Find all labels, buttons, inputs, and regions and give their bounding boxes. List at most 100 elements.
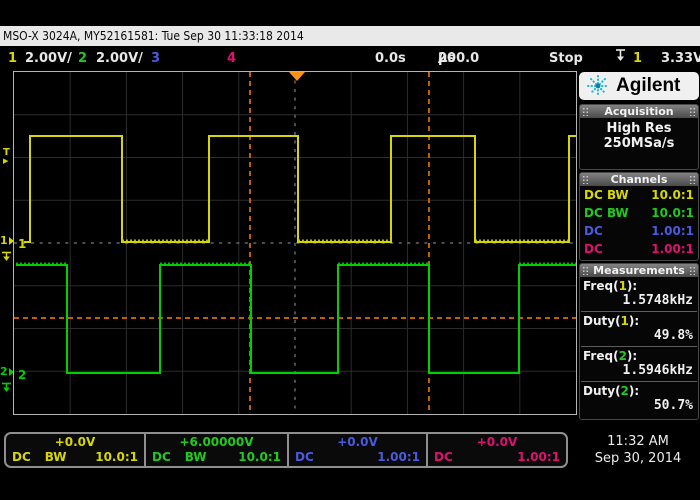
trigger-source: 1: [633, 46, 642, 71]
measurement-freq2: Freq(2): 1.5946kHz: [580, 347, 698, 382]
channels-title: Channels: [611, 173, 668, 186]
grip-icon: [582, 266, 589, 275]
ch1-offset: +0.0V: [6, 435, 144, 449]
ch1-ground-icon: [1, 251, 12, 262]
meas-label-end: ):: [629, 384, 639, 398]
acquisition-mode: High Res: [607, 121, 672, 136]
trigger-edge-icon: [615, 46, 626, 71]
title-bar: MSO-X 3024A, MY52161581: Tue Sep 30 11:3…: [0, 26, 700, 46]
status-ch2-scale: 2.00V/: [96, 46, 143, 71]
meas-label: Freq(: [583, 349, 619, 363]
ch3-probe: 1.00:1: [651, 224, 694, 238]
measurement-duty1: Duty(1): 49.8%: [580, 312, 698, 347]
ch4-coupling: DC: [584, 242, 603, 256]
meas-label-end: ):: [627, 349, 637, 363]
measurements-header: Measurements: [580, 264, 698, 277]
ch1-probe-label: 10.0:1: [95, 450, 138, 464]
oscilloscope-screen: MSO-X 3024A, MY52161581: Tue Sep 30 11:3…: [0, 0, 700, 500]
measurements-panel: Measurements Freq(1): 1.5748kHz Duty(1):…: [579, 263, 699, 420]
ch4-probe: 1.00:1: [651, 242, 694, 256]
grip-icon: [689, 175, 696, 184]
clock: 11:32 AM Sep 30, 2014: [578, 434, 698, 467]
meas-label-end: ):: [629, 314, 639, 328]
ch4-offset: +0.0V: [428, 435, 566, 449]
grip-icon: [689, 266, 696, 275]
channels-header: Channels: [580, 173, 698, 186]
ch2-marker-digit: 2: [0, 365, 8, 378]
grip-icon: [689, 107, 696, 116]
status-ch3-number: 3: [151, 46, 160, 71]
brand-name: Agilent: [616, 75, 680, 97]
left-marker-gutter: T ▶ 1 2: [0, 0, 13, 500]
status-ch2-number: 2: [78, 46, 87, 71]
meas-label-end: ):: [627, 279, 637, 293]
ch2-ground-icon: [1, 382, 12, 393]
brand-panel: Agilent: [579, 72, 699, 100]
ch1-coupling-label: DC: [12, 450, 31, 464]
status-delay: 0.0s: [375, 46, 406, 71]
model-serial-timestamp: MSO-X 3024A, MY52161581: Tue Sep 30 11:3…: [3, 29, 304, 43]
clock-date: Sep 30, 2014: [578, 450, 698, 467]
svg-text:2: 2: [18, 368, 26, 382]
measurement-freq1: Freq(1): 1.5748kHz: [580, 277, 698, 312]
ch1-bw-label: BW: [45, 450, 67, 464]
waveform-svg: 12: [14, 72, 576, 414]
trigger-level: 3.33V: [661, 46, 700, 71]
measurement-duty2: Duty(2): 50.7%: [580, 382, 698, 416]
meas-channel: 2: [621, 384, 629, 398]
ch3-probe-label: 1.00:1: [377, 450, 420, 464]
ch3-coupling-label: DC: [295, 450, 314, 464]
meas-label: Duty(: [583, 314, 621, 328]
ch2-probe-label: 10.0:1: [238, 450, 281, 464]
grip-icon: [582, 175, 589, 184]
ch4-probe-label: 1.00:1: [517, 450, 560, 464]
bottom-cell-ch3: +0.0V DC 1.00:1: [287, 434, 426, 466]
ch1-ground-marker: 1: [0, 234, 13, 266]
grip-icon: [582, 107, 589, 116]
ch3-offset: +0.0V: [289, 435, 426, 449]
meas-value: 1.5946kHz: [580, 363, 698, 381]
sample-rate: 250MSa/s: [604, 136, 675, 151]
meas-value: 49.8%: [580, 328, 698, 346]
channel-row-4: DC 1.00:1: [580, 240, 698, 258]
channel-row-2: DC BW 10.0:1: [580, 204, 698, 222]
svg-text:1: 1: [18, 237, 26, 251]
channel-1-trace: [24, 136, 576, 242]
ch2-ground-marker: 2: [0, 365, 13, 397]
measurements-title: Measurements: [593, 264, 685, 277]
trigger-level-marker: T ▶: [3, 148, 10, 166]
meas-channel: 1: [621, 314, 629, 328]
bottom-cell-ch1: +0.0V DC BW 10.0:1: [6, 434, 144, 466]
channel-row-1: DC BW 10.0:1: [580, 186, 698, 204]
ch2-probe: 10.0:1: [651, 206, 694, 220]
agilent-logo-icon: [587, 75, 609, 97]
clock-time: 11:32 AM: [578, 434, 698, 450]
bottom-channel-bar: +0.0V DC BW 10.0:1 +6.00000V DC BW 10.0:…: [4, 432, 568, 468]
ch2-bw-label: BW: [185, 450, 207, 464]
ch2-offset: +6.00000V: [146, 435, 287, 449]
waveform-display: 12: [13, 71, 577, 415]
trigger-arrow-icon: ▶: [3, 157, 10, 166]
acquisition-panel: Acquisition High Res 250MSa/s: [579, 104, 699, 170]
channels-panel: Channels DC BW 10.0:1 DC BW 10.0:1 DC 1.…: [579, 172, 699, 261]
ch3-coupling: DC: [584, 224, 603, 238]
ch4-coupling-label: DC: [434, 450, 453, 464]
ch2-coupling: DC BW: [584, 206, 629, 220]
bottom-cell-ch4: +0.0V DC 1.00:1: [426, 434, 566, 466]
ch1-probe: 10.0:1: [651, 188, 694, 202]
meas-channel: 1: [619, 279, 627, 293]
time-reference-icon: [289, 72, 305, 81]
meas-channel: 2: [619, 349, 627, 363]
meas-label: Duty(: [583, 384, 621, 398]
status-ch1-scale: 2.00V/: [25, 46, 72, 71]
channel-row-3: DC 1.00:1: [580, 222, 698, 240]
meas-value: 1.5748kHz: [580, 293, 698, 311]
run-state: Stop: [549, 46, 583, 71]
bottom-cell-ch2: +6.00000V DC BW 10.0:1: [144, 434, 287, 466]
meas-value: 50.7%: [580, 398, 698, 416]
status-bar: 1 2.00V/ 2 2.00V/ 3 4 0.0s 200.0µs/ Stop…: [0, 46, 700, 71]
ch1-coupling: DC BW: [584, 188, 629, 202]
ch1-marker-digit: 1: [0, 234, 8, 247]
timebase-slash: /: [438, 46, 443, 71]
acquisition-header: Acquisition: [580, 105, 698, 118]
